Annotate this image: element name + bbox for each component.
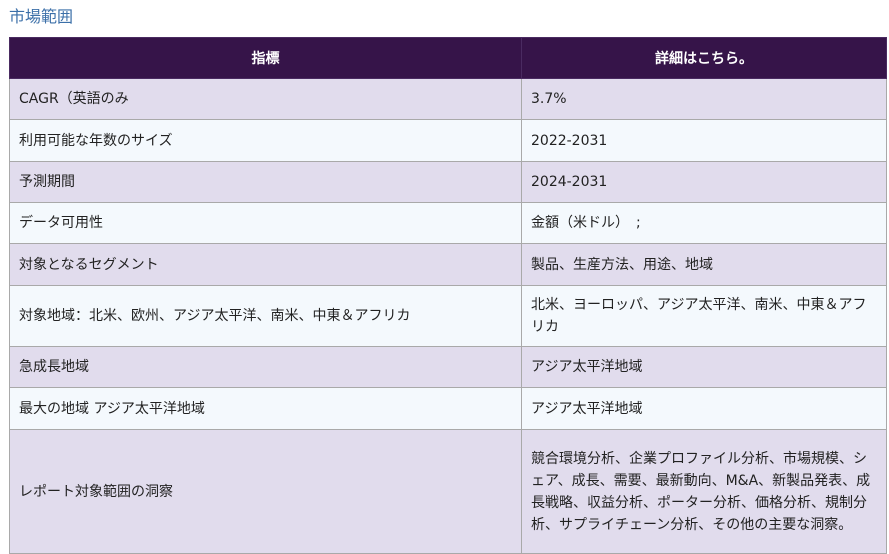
detail-cell: 競合環境分析、企業プロファイル分析、市場規模、シェア、成長、需要、最新動向、M&… [521,429,887,554]
table-row: レポート対象範囲の洞察 競合環境分析、企業プロファイル分析、市場規模、シェア、成… [9,429,887,554]
metric-cell: データ可用性 [9,202,522,244]
metric-cell: 急成長地域 [9,346,522,388]
page: 市場範囲 指標 詳細はこちら。 CAGR（英語のみ 3.7% 利用可能な年数のサ… [0,0,889,554]
detail-cell: 2022-2031 [521,119,887,162]
section-title: 市場範囲 [9,7,74,26]
metric-cell: CAGR（英語のみ [9,78,522,120]
detail-cell: アジア太平洋地域 [521,346,887,388]
detail-cell: 3.7% [521,78,887,120]
detail-cell: 製品、生産方法、用途、地域 [521,243,887,286]
metric-cell: 利用可能な年数のサイズ [9,119,522,162]
detail-cell: アジア太平洋地域 [521,387,887,430]
table-row: 最大の地域 アジア太平洋地域 アジア太平洋地域 [9,387,887,430]
table-row: データ可用性 金額（米ドル） ; [9,202,887,244]
market-scope-table: 指標 詳細はこちら。 CAGR（英語のみ 3.7% 利用可能な年数のサイズ 20… [9,37,887,554]
detail-cell: 2024-2031 [521,161,887,203]
table-row: 利用可能な年数のサイズ 2022-2031 [9,119,887,162]
table-row: 対象地域：北米、欧州、アジア太平洋、南米、中東＆アフリカ 北米、ヨーロッパ、アジ… [9,285,887,347]
table-row: 対象となるセグメント 製品、生産方法、用途、地域 [9,243,887,286]
table-row: 急成長地域 アジア太平洋地域 [9,346,887,388]
header-details: 詳細はこちら。 [521,37,887,79]
table-header-row: 指標 詳細はこちら。 [9,37,887,79]
metric-cell: 予測期間 [9,161,522,203]
metric-cell: 対象となるセグメント [9,243,522,286]
detail-cell: 金額（米ドル） ; [521,202,887,244]
table-row: 予測期間 2024-2031 [9,161,887,203]
metric-cell: 最大の地域 アジア太平洋地域 [9,387,522,430]
detail-cell: 北米、ヨーロッパ、アジア太平洋、南米、中東＆アフリカ [521,285,887,347]
metric-cell: 対象地域：北米、欧州、アジア太平洋、南米、中東＆アフリカ [9,285,522,347]
table-row: CAGR（英語のみ 3.7% [9,78,887,120]
header-metric: 指標 [9,37,522,79]
metric-cell: レポート対象範囲の洞察 [9,429,522,554]
